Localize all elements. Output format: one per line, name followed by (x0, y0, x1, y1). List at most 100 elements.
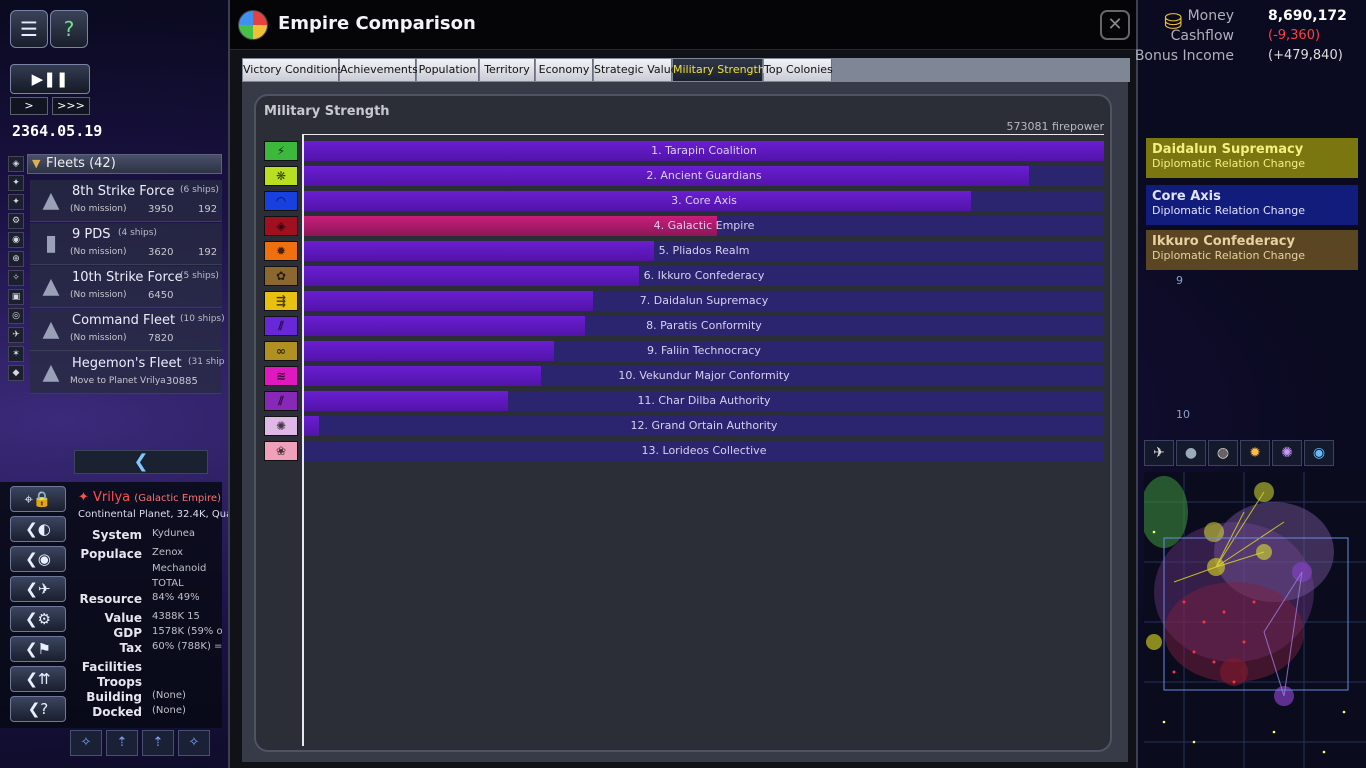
tab-population[interactable]: Population (417, 59, 479, 81)
tab-victory-conditions[interactable]: Victory Conditions (243, 59, 343, 81)
tab-economy[interactable]: Economy (536, 59, 593, 81)
filter-icon[interactable]: ✶ (8, 346, 24, 362)
chart-title: Military Strength (264, 104, 390, 119)
gear-icon[interactable]: ❮⚙ (10, 606, 66, 632)
fleet-name: 8th Strike Force (72, 184, 175, 199)
fleet-name: Command Fleet (72, 313, 176, 328)
fleet-ship-count: (31 ship (188, 357, 225, 367)
chart-row: ◈ 4. Galactic Empire (264, 216, 1106, 236)
chevron-down-icon: ▼ (32, 157, 41, 170)
nebula-icon[interactable]: ✺ (1272, 440, 1302, 466)
tab-top-colonies[interactable]: Top Colonies (764, 59, 833, 81)
speed-slow-button[interactable]: > (10, 97, 48, 115)
filter-icon[interactable]: ✈ (8, 327, 24, 343)
bar-label: 11. Char Dilba Authority (637, 394, 771, 407)
filter-icon[interactable]: ◉ (8, 232, 24, 248)
row-value: 60% (788K) = 1 (152, 641, 222, 652)
row-value: 84% 49% (152, 592, 200, 603)
flag-icon[interactable]: ❮⚑ (10, 636, 66, 662)
filter-icon[interactable]: ✦ (8, 194, 24, 210)
fleets-header-label: Fleets (42) (46, 156, 116, 171)
empire-flag-icon: ◠ (264, 191, 298, 211)
chart-row: ◠ 3. Core Axis (264, 191, 1106, 211)
fleet-row[interactable]: ▮ 9 PDS (4 ships) (No mission) 3620 192 (30, 223, 222, 265)
planet-row-system: System Kydunea (78, 528, 222, 544)
filter-icon[interactable]: ▣ (8, 289, 24, 305)
row-value: Kydunea (152, 528, 196, 539)
fleet-action-icon[interactable]: ✧ (178, 730, 210, 756)
row-key: GDP (113, 626, 142, 640)
fleet-action-icon[interactable]: ⇡ (142, 730, 174, 756)
bar-track: 3. Core Axis (304, 191, 1104, 211)
tab-bar: Victory Conditions Achievements Populati… (242, 58, 1130, 82)
filter-icon[interactable]: ◎ (8, 308, 24, 324)
bar-track: 6. Ikkuro Confederacy (304, 266, 1104, 286)
tab-strategic-value[interactable]: Strategic Value (594, 59, 677, 81)
map-grid-label: 10 (1176, 408, 1190, 421)
fleet-name: 10th Strike Force (72, 270, 183, 285)
fleet-row[interactable]: ▲ Command Fleet (10 ships) (No mission) … (30, 309, 225, 351)
row-value: (None) (152, 705, 186, 716)
notification-ikkuro[interactable]: Ikkuro Confederacy Diplomatic Relation C… (1146, 230, 1358, 270)
row-key: Tax (119, 641, 142, 655)
filter-icon[interactable]: ◈ (8, 156, 24, 172)
chart-row: ✹ 5. Pliados Realm (264, 241, 1106, 261)
target-lock-icon[interactable]: ⌖🔒 (10, 486, 66, 512)
bar-track: 1. Tarapin Coalition (304, 141, 1104, 161)
fleet-row[interactable]: ▲ 10th Strike Force (5 ships) (No missio… (30, 266, 222, 308)
galaxy-icon[interactable]: ◉ (1304, 440, 1334, 466)
row-key: Troops (96, 675, 142, 689)
fleet-action-icon[interactable]: ✧ (70, 730, 102, 756)
empire-comparison-window: Empire Comparison ✕ Victory Conditions A… (228, 0, 1138, 768)
notification-daidalun[interactable]: Daidalun Supremacy Diplomatic Relation C… (1146, 138, 1358, 178)
empire-flag-icon: ✿ (264, 266, 298, 286)
chart-panel: Military Strength 573081 firepower ⚡ 1. T… (254, 94, 1112, 752)
chart-top-line (302, 134, 1104, 135)
speed-fast-button[interactable]: >>> (52, 97, 90, 115)
planet-name[interactable]: ✦ Vrilya (Galactic Empire) (78, 490, 221, 505)
notification-core-axis[interactable]: Core Axis Diplomatic Relation Change (1146, 185, 1358, 225)
fleet-action-icon[interactable]: ⇡ (106, 730, 138, 756)
list-icon[interactable]: ☰ (10, 10, 48, 48)
bar-track: 2. Ancient Guardians (304, 166, 1104, 186)
time-controls: ▶❚❚ > >>> (10, 64, 90, 116)
bar-track: 11. Char Dilba Authority (304, 391, 1104, 411)
planet-row-value: Value 4388K 15 (78, 611, 222, 627)
filter-icon[interactable]: ⊕ (8, 251, 24, 267)
help-icon[interactable]: ? (50, 10, 88, 48)
row-key: System (92, 528, 142, 542)
tab-achievements[interactable]: Achievements (340, 59, 418, 81)
ship-design-icon[interactable]: ❮✈ (10, 576, 66, 602)
satellite-icon[interactable]: ✈ (1144, 440, 1174, 466)
fleet-row[interactable]: ▲ Hegemon's Fleet (31 ship Move to Plane… (30, 352, 225, 394)
fleets-header[interactable]: ▼ Fleets (42) (27, 154, 222, 174)
filter-icon[interactable]: ⚙ (8, 213, 24, 229)
troops-icon[interactable]: ❮⇈ (10, 666, 66, 692)
filter-icon[interactable]: ✧ (8, 270, 24, 286)
close-icon[interactable]: ✕ (1100, 10, 1130, 40)
bar-track: 9. Faliin Technocracy (304, 341, 1104, 361)
tab-military-strength[interactable]: Military Strength (673, 59, 765, 81)
empire-flag-icon: ⫽ (264, 391, 298, 411)
planet-row-tax: Tax 60% (788K) = 1 (78, 641, 222, 657)
tab-territory[interactable]: Territory (480, 59, 535, 81)
planet-icon[interactable]: ● (1176, 440, 1206, 466)
bar-label: 12. Grand Ortain Authority (630, 419, 778, 432)
filter-icon[interactable]: ✦ (8, 175, 24, 191)
planet-view-icon[interactable]: ❮◐ (10, 516, 66, 542)
bar-label: 8. Paratis Conformity (646, 319, 762, 332)
chart-row: ⫽ 11. Char Dilba Authority (264, 391, 1106, 411)
notification-title: Ikkuro Confederacy (1152, 234, 1295, 249)
fleet-row[interactable]: ▲ 8th Strike Force (6 ships) (No mission… (30, 180, 222, 222)
bar-track: 8. Paratis Conformity (304, 316, 1104, 336)
ringed-planet-icon[interactable]: ◍ (1208, 440, 1238, 466)
fleet-mission: (No mission) (70, 247, 127, 257)
filter-icon[interactable]: ◆ (8, 365, 24, 381)
bar-track: 5. Pliados Realm (304, 241, 1104, 261)
galaxy-minimap[interactable] (1144, 472, 1366, 768)
star-icon[interactable]: ✹ (1240, 440, 1270, 466)
eye-icon[interactable]: ❮◉ (10, 546, 66, 572)
query-icon[interactable]: ❮? (10, 696, 66, 722)
fleet-scroll-left-button[interactable]: ❮ (74, 450, 208, 474)
play-pause-button[interactable]: ▶❚❚ (10, 64, 90, 94)
